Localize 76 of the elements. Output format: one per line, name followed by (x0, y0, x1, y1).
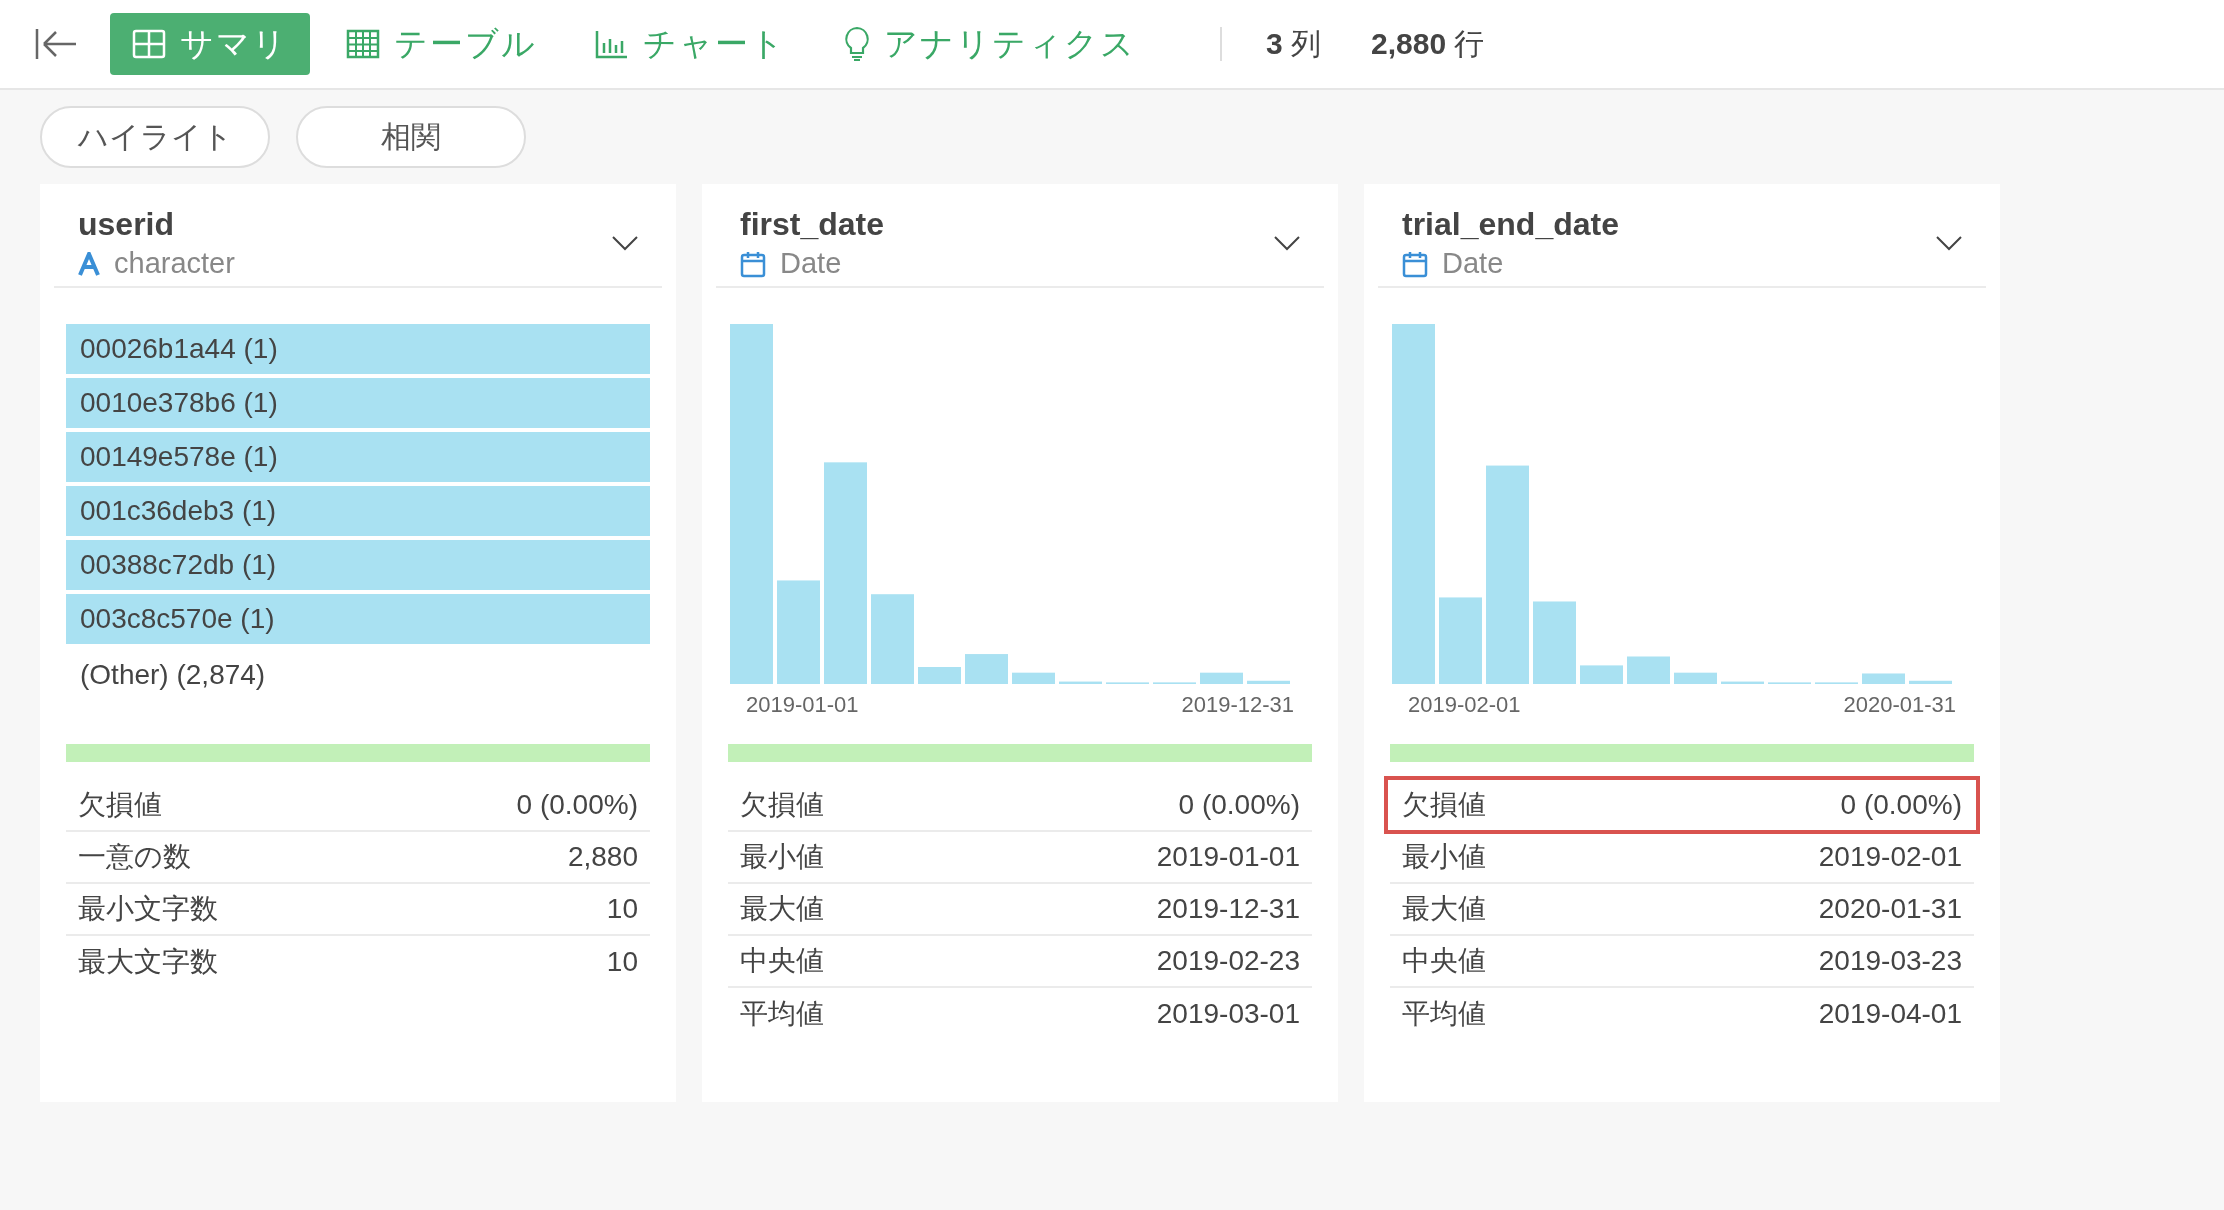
histogram-bar (1627, 656, 1670, 684)
stat-label: 欠損値 (740, 788, 824, 822)
stat-value: 0 (0.00%) (1178, 789, 1300, 821)
stat-label: 最小文字数 (78, 892, 218, 926)
top-value-bar: 001c36deb3 (1) (66, 486, 650, 536)
histogram-bar (1012, 672, 1055, 684)
stat-value: 2020-01-31 (1818, 893, 1962, 925)
histogram-bar (965, 654, 1008, 684)
bar-chart-icon (595, 29, 629, 59)
histogram-bar (1862, 673, 1905, 684)
calendar-icon (1402, 249, 1428, 278)
stat-label: 一意の数 (78, 840, 191, 874)
stat-label: 平均値 (1402, 997, 1486, 1031)
top-value-bar: 00026b1a44 (1) (66, 324, 650, 374)
grid-icon (132, 29, 166, 59)
stat-label: 最小値 (740, 840, 824, 874)
view-tab[interactable]: テーブル (324, 13, 559, 75)
stat-label: 欠損値 (1402, 788, 1486, 822)
stat-label: 平均値 (740, 997, 824, 1031)
stat-label: 最小値 (1402, 840, 1486, 874)
view-tab[interactable]: チャート (573, 13, 808, 75)
axis-label: 2019-01-01 (746, 692, 859, 718)
stat-value: 2019-12-31 (1156, 893, 1300, 925)
stat-value: 10 (606, 893, 638, 925)
histogram-bar (918, 667, 961, 684)
view-tab[interactable]: アナリティクス (822, 13, 1158, 75)
stat-value: 2019-03-23 (1818, 945, 1962, 977)
axis-label: 2019-02-01 (1408, 692, 1521, 718)
histogram-bar (1674, 672, 1717, 684)
column-type: character (114, 247, 235, 280)
column-count: 3 列 (1266, 25, 1322, 62)
column-name: userid (78, 206, 176, 243)
histogram-bar (1909, 680, 1952, 684)
stat-value: 2019-04-01 (1818, 998, 1962, 1030)
filter-button[interactable]: ハイライト (40, 106, 270, 168)
top-value-bar: 0010e378b6 (1) (66, 378, 650, 428)
histogram-bar (1059, 681, 1102, 684)
chevron-down-icon[interactable] (1274, 235, 1300, 251)
column-name: trial_end_date (1402, 206, 1619, 243)
stat-value: 2019-02-23 (1156, 945, 1300, 977)
chevron-down-icon[interactable] (1936, 235, 1962, 251)
histogram-bar (1721, 681, 1764, 684)
row-count: 2,880 行 (1371, 25, 1485, 62)
column-name: first_date (740, 206, 885, 243)
calendar-icon (740, 249, 766, 278)
filter-button[interactable]: 相関 (296, 106, 526, 168)
axis-label: 2019-12-31 (1181, 692, 1294, 718)
collapse-left-icon[interactable] (34, 27, 78, 61)
stat-value: 2,880 (567, 841, 638, 873)
stat-label: 欠損値 (78, 788, 162, 822)
top-value-bar: 00149e578e (1) (66, 432, 650, 482)
text-type-icon (78, 251, 100, 276)
view-tab[interactable]: サマリ (110, 13, 310, 75)
stat-label: 最大値 (1402, 892, 1486, 926)
column-type: Date (1442, 247, 1504, 280)
stat-value: 2019-02-01 (1818, 841, 1962, 873)
histogram-bar (1580, 665, 1623, 684)
stat-value: 2019-01-01 (1156, 841, 1300, 873)
stat-label: 最大値 (740, 892, 824, 926)
axis-label: 2020-01-31 (1843, 692, 1956, 718)
histogram-bar (1200, 672, 1243, 684)
table-icon (346, 29, 380, 59)
top-value-bar: 003c8c570e (1) (66, 594, 650, 644)
histogram-bar (1247, 680, 1290, 684)
column-type: Date (780, 247, 842, 280)
stat-label: 中央値 (740, 944, 824, 978)
stat-value: 0 (0.00%) (1840, 789, 1962, 821)
stat-value: 10 (606, 946, 638, 978)
stat-label: 中央値 (1402, 944, 1486, 978)
stat-value: 2019-03-01 (1156, 998, 1300, 1030)
other-count: (Other) (2,874) (79, 658, 267, 692)
stat-label: 最大文字数 (78, 945, 218, 979)
lightbulb-icon (844, 26, 870, 62)
top-value-bar: 00388c72db (1) (66, 540, 650, 590)
stat-value: 0 (0.00%) (516, 789, 638, 821)
chevron-down-icon[interactable] (612, 235, 638, 251)
